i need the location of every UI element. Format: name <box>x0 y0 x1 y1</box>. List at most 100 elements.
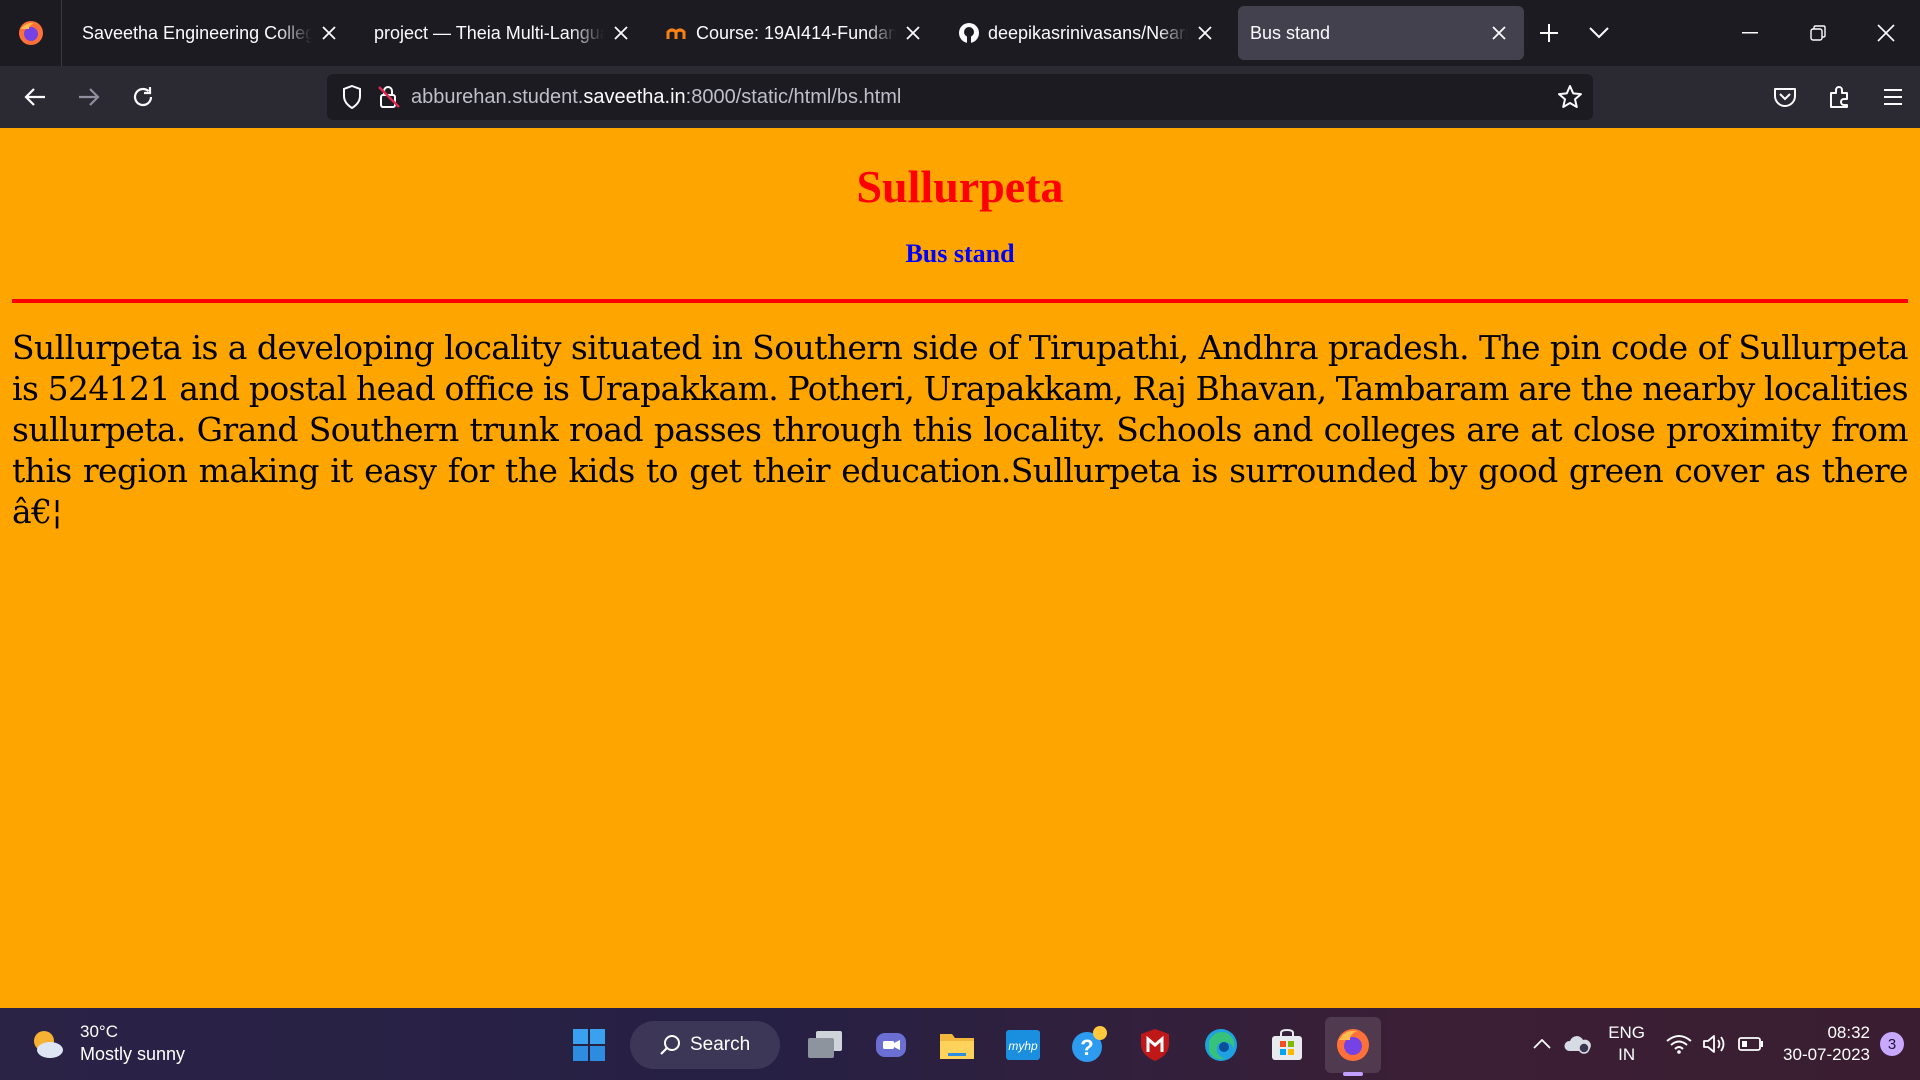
chat-icon <box>876 1033 906 1057</box>
clock-time: 08:32 <box>1827 1023 1870 1042</box>
chevron-down-icon <box>1589 27 1609 39</box>
onedrive-button[interactable] <box>1560 1034 1596 1054</box>
mcafee-button[interactable] <box>1127 1017 1183 1073</box>
taskbar-apps: Search myhp ? <box>556 1016 1386 1076</box>
start-button[interactable] <box>561 1017 617 1073</box>
wifi-button[interactable] <box>1661 1034 1697 1054</box>
arrow-right-icon <box>79 88 100 106</box>
back-button[interactable] <box>8 70 62 124</box>
tab-title: Course: 19AI414-Fundamentals <box>696 22 896 43</box>
volume-button[interactable] <box>1697 1033 1733 1055</box>
battery-icon <box>1738 1037 1764 1051</box>
list-all-tabs-button[interactable] <box>1574 8 1624 58</box>
svg-text:?: ? <box>1080 1035 1093 1060</box>
tab-title: deepikasrinivasans/NearMe <box>988 22 1188 43</box>
windows-taskbar: 30°C Mostly sunny Search myhp ? ENG IN 0… <box>0 1008 1920 1080</box>
myhp-button[interactable]: myhp <box>995 1017 1051 1073</box>
task-view-button[interactable] <box>797 1017 853 1073</box>
battery-button[interactable] <box>1733 1036 1769 1052</box>
pocket-icon <box>1774 88 1796 107</box>
forward-button[interactable] <box>62 70 116 124</box>
arrow-left-icon <box>24 88 45 106</box>
firefox-icon <box>1337 1029 1369 1061</box>
tab-strip: Saveetha Engineering College project — T… <box>0 0 1920 66</box>
tab-github[interactable]: deepikasrinivasans/NearMe <box>938 6 1230 60</box>
help-icon: ? <box>1072 1026 1107 1062</box>
tracking-protection-icon[interactable] <box>337 85 367 109</box>
app-menu-button[interactable] <box>1866 66 1920 128</box>
system-tray: ENG IN 08:32 30-07-2023 3 <box>1524 1008 1920 1080</box>
extensions-button[interactable] <box>1812 66 1866 128</box>
search-icon <box>660 1035 680 1055</box>
close-tab-icon[interactable] <box>318 22 340 44</box>
firefox-taskbar-button[interactable] <box>1325 1017 1381 1076</box>
moodle-icon <box>666 22 688 44</box>
close-window-button[interactable] <box>1852 0 1920 66</box>
language-indicator[interactable]: ENG IN <box>1608 1022 1645 1066</box>
task-view-icon <box>808 1031 842 1058</box>
restore-button[interactable] <box>1784 0 1852 66</box>
edge-icon <box>1205 1029 1237 1061</box>
firefox-view-button[interactable] <box>0 0 62 66</box>
github-icon <box>958 22 980 44</box>
tab-title: project — Theia Multi-Language <box>374 22 604 43</box>
clock[interactable]: 08:32 30-07-2023 <box>1783 1022 1870 1066</box>
teams-chat-button[interactable] <box>863 1017 919 1073</box>
window-controls <box>1716 0 1920 66</box>
tab-theia-project[interactable]: project — Theia Multi-Language <box>354 6 646 60</box>
microsoft-store-button[interactable] <box>1259 1017 1315 1073</box>
search-label: Search <box>690 1034 751 1055</box>
puzzle-icon <box>1830 86 1848 108</box>
description-paragraph: Sullurpeta is a developing locality situ… <box>12 328 1909 531</box>
minimize-button[interactable] <box>1716 0 1784 66</box>
url-text[interactable]: abburehan.student.saveetha.in:8000/stati… <box>411 86 901 109</box>
address-bar[interactable]: abburehan.student.saveetha.in:8000/stati… <box>327 74 1593 120</box>
myhp-icon: myhp <box>1006 1030 1040 1060</box>
windows-logo-icon <box>573 1029 605 1061</box>
pocket-button[interactable] <box>1758 66 1812 128</box>
close-tab-icon[interactable] <box>610 22 632 44</box>
region-code: IN <box>1618 1045 1636 1064</box>
file-explorer-button[interactable] <box>929 1017 985 1073</box>
edge-button[interactable] <box>1193 1017 1249 1073</box>
plus-icon <box>1540 24 1558 42</box>
chevron-up-icon <box>1533 1039 1551 1049</box>
bookmark-star-icon[interactable] <box>1557 84 1583 115</box>
minimize-icon <box>1742 32 1758 34</box>
url-domain: saveetha.in <box>583 85 686 108</box>
restore-icon <box>1810 25 1826 41</box>
notification-badge[interactable]: 3 <box>1880 1032 1904 1056</box>
tab-course[interactable]: Course: 19AI414-Fundamentals <box>646 6 938 60</box>
clock-date: 30-07-2023 <box>1783 1045 1870 1064</box>
speaker-icon <box>1703 1035 1725 1053</box>
page-title: Sullurpeta <box>856 161 1064 212</box>
reload-button[interactable] <box>116 70 170 124</box>
tab-title: Saveetha Engineering College <box>82 22 312 43</box>
cloud-sync-icon <box>1564 1036 1592 1054</box>
firefox-icon <box>18 21 43 45</box>
insecure-lock-icon[interactable] <box>375 85 403 109</box>
weather-widget[interactable]: 30°C Mostly sunny <box>28 1022 185 1065</box>
hamburger-menu-icon <box>1884 89 1902 105</box>
partly-sunny-icon <box>34 1030 63 1058</box>
show-hidden-icons-button[interactable] <box>1524 1039 1560 1049</box>
navigation-toolbar: abburehan.student.saveetha.in:8000/stati… <box>0 66 1920 128</box>
language-code: ENG <box>1608 1023 1646 1042</box>
url-suffix: :8000/static/html/bs.html <box>685 85 902 108</box>
close-tab-icon[interactable] <box>1488 22 1510 44</box>
close-tab-icon[interactable] <box>902 22 924 44</box>
url-prefix: abburehan.student. <box>411 85 584 108</box>
get-help-button[interactable]: ? <box>1061 1017 1117 1073</box>
tab-title: Bus stand <box>1250 22 1331 43</box>
tab-saveetha[interactable]: Saveetha Engineering College <box>62 6 354 60</box>
weather-temperature: 30°C <box>80 1022 118 1041</box>
close-icon <box>1877 24 1895 42</box>
tab-bus-stand[interactable]: Bus stand <box>1238 6 1524 60</box>
page-content: Sullurpeta Bus stand Sullurpeta is a dev… <box>0 128 1920 1008</box>
taskbar-search[interactable]: Search <box>630 1021 780 1069</box>
folder-icon <box>940 1034 974 1059</box>
weather-description: Mostly sunny <box>80 1044 186 1064</box>
wifi-icon <box>1666 1035 1692 1054</box>
close-tab-icon[interactable] <box>1194 22 1216 44</box>
new-tab-button[interactable] <box>1524 8 1574 58</box>
